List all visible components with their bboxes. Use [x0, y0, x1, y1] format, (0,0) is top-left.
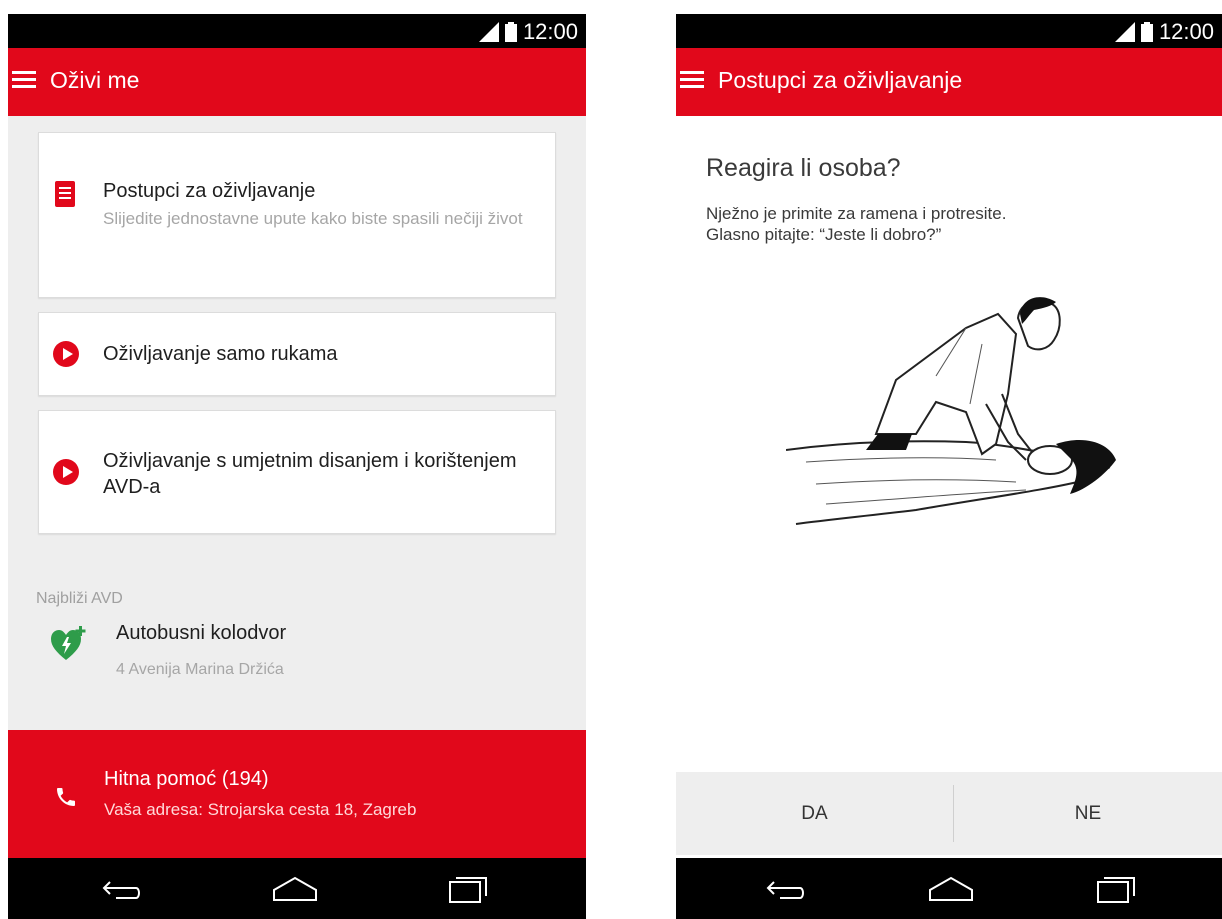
- phone-icon: [57, 788, 75, 806]
- document-icon: [55, 181, 75, 207]
- play-icon: [53, 341, 79, 367]
- yes-button[interactable]: DA: [676, 772, 953, 855]
- app-bar: Postupci za oživljavanje: [676, 48, 1222, 116]
- status-time: 12:00: [1158, 19, 1214, 44]
- aed-heart-icon: [51, 626, 86, 660]
- aed-location-address: 4 Avenija Marina Držića: [116, 661, 284, 678]
- aed-location-name[interactable]: Autobusni kolodvor: [116, 622, 286, 645]
- card-cpr-procedures[interactable]: Postupci za oživljavanje Slijedite jedno…: [38, 132, 556, 298]
- battery-icon: [504, 22, 517, 42]
- card-cpr-with-aed[interactable]: Oživljavanje s umjetnim disanjem i koriš…: [38, 410, 556, 534]
- no-button[interactable]: NE: [954, 772, 1222, 855]
- nearest-aed-label: Najbliži AVD: [36, 590, 123, 607]
- battery-icon: [1140, 22, 1153, 42]
- card-subtitle: Slijedite jednostavne upute kako biste s…: [103, 209, 523, 228]
- card-hands-only-cpr[interactable]: Oživljavanje samo rukama: [38, 312, 556, 396]
- card-title: Oživljavanje s umjetnim disanjem i koriš…: [103, 450, 517, 498]
- emergency-title: Hitna pomoć (194): [104, 768, 269, 790]
- home-icon[interactable]: [926, 872, 976, 906]
- back-icon[interactable]: [762, 872, 812, 906]
- home-screen: 12:00 Oživi me Postupci za oživljavanje …: [8, 14, 586, 919]
- status-bar: 12:00: [676, 14, 1222, 48]
- play-icon: [53, 459, 79, 485]
- cpr-procedure-screen: 12:00 Postupci za oživljavanje Reagira l…: [676, 14, 1222, 919]
- app-title: Postupci za oživljavanje: [718, 67, 963, 93]
- recent-apps-icon[interactable]: [1090, 872, 1140, 906]
- status-bar: 12:00: [8, 14, 586, 48]
- app-bar: Oživi me: [8, 48, 586, 116]
- signal-icon: [1114, 22, 1135, 42]
- app-title: Oživi me: [50, 67, 140, 93]
- recent-apps-icon[interactable]: [442, 872, 492, 906]
- signal-icon: [478, 22, 499, 42]
- home-icon[interactable]: [270, 872, 320, 906]
- menu-icon[interactable]: [680, 71, 704, 89]
- question-title: Reagira li osoba?: [706, 154, 901, 182]
- status-time: 12:00: [522, 19, 578, 44]
- emergency-call-bar[interactable]: Hitna pomoć (194) Vaša adresa: Strojarsk…: [8, 730, 586, 858]
- back-icon[interactable]: [98, 872, 148, 906]
- answer-bar: DA NE: [676, 772, 1222, 855]
- emergency-address: Vaša adresa: Strojarska cesta 18, Zagreb: [104, 800, 417, 819]
- card-title: Postupci za oživljavanje: [103, 180, 316, 202]
- rescuer-illustration: [786, 297, 1116, 525]
- menu-icon[interactable]: [12, 71, 36, 89]
- card-title: Oživljavanje samo rukama: [103, 343, 338, 365]
- navigation-bar: [8, 858, 586, 919]
- navigation-bar: [676, 858, 1222, 919]
- instruction-text: Nježno je primite za ramena i protresite…: [706, 204, 1007, 244]
